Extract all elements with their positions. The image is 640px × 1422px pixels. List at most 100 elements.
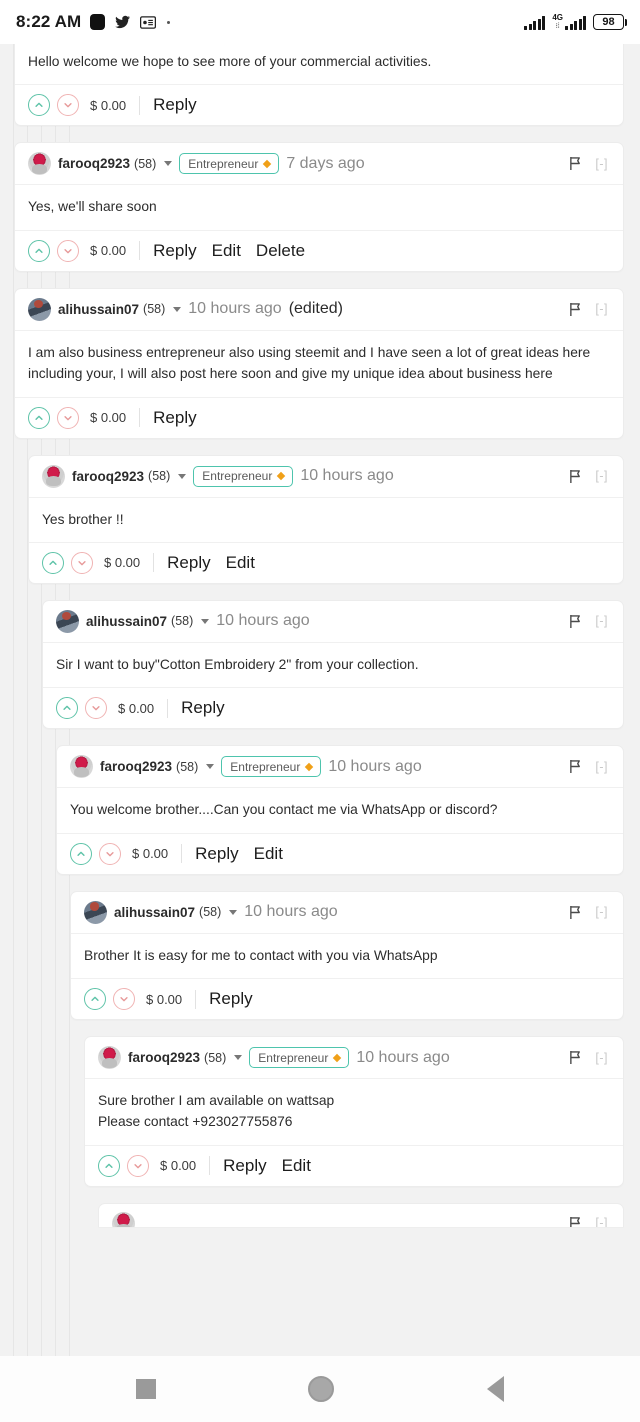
flag-icon[interactable] (569, 302, 582, 317)
upvote-icon[interactable] (28, 94, 50, 117)
upvote-icon[interactable] (56, 697, 78, 720)
author-reputation: (58) (134, 156, 157, 171)
downvote-icon[interactable] (127, 1154, 149, 1177)
recents-button-icon[interactable] (136, 1379, 157, 1399)
reply-button[interactable]: Reply (209, 989, 252, 1009)
flag-icon[interactable] (569, 1216, 582, 1227)
payout-amount[interactable]: $ 0.00 (104, 555, 140, 570)
comment-body: Brother It is easy for me to contact wit… (71, 934, 623, 979)
role-badge: Entrepreneur (193, 465, 294, 487)
comment-item: Hello welcome we hope to see more of you… (14, 44, 624, 127)
comment-card: Hello welcome we hope to see more of you… (14, 44, 624, 127)
avatar[interactable] (28, 152, 51, 176)
payout-amount[interactable]: $ 0.00 (90, 243, 126, 258)
flag-icon[interactable] (569, 614, 582, 629)
chevron-down-icon[interactable] (201, 618, 210, 624)
collapse-toggle[interactable]: [-] (595, 760, 608, 774)
role-badge: Entrepreneur (179, 153, 280, 175)
reply-button[interactable]: Reply (181, 698, 224, 718)
downvote-icon[interactable] (57, 94, 79, 117)
edit-button[interactable]: Edit (226, 553, 255, 573)
downvote-icon[interactable] (57, 239, 79, 262)
avatar[interactable] (70, 755, 93, 779)
author-name[interactable]: farooq2923 (100, 759, 172, 774)
comment-header: alihussain07 (58) 10 hours ago [-] (71, 892, 623, 934)
upvote-icon[interactable] (28, 239, 50, 262)
comment-body: Yes, we'll share soon (15, 185, 623, 231)
reply-button[interactable]: Reply (195, 844, 238, 864)
author-name[interactable]: farooq2923 (58, 156, 130, 171)
reply-button[interactable]: Reply (223, 1156, 266, 1176)
payout-amount[interactable]: $ 0.00 (132, 846, 168, 861)
upvote-icon[interactable] (84, 988, 106, 1010)
reply-button[interactable]: Reply (153, 241, 196, 261)
flag-icon[interactable] (569, 469, 582, 484)
payout-amount[interactable]: $ 0.00 (90, 410, 126, 425)
android-nav-bar[interactable] (0, 1356, 640, 1422)
upvote-icon[interactable] (70, 842, 92, 865)
comment-header-actions: [-] (569, 156, 610, 171)
upvote-icon[interactable] (28, 406, 50, 429)
comment-card: alihussain07 (58) 10 hours ago [-] Broth… (70, 890, 624, 1020)
status-bar-left: 8:22 AM (16, 12, 171, 32)
edit-button[interactable]: Edit (212, 241, 241, 261)
avatar[interactable] (56, 609, 79, 633)
home-button-icon[interactable] (308, 1376, 335, 1402)
author-reputation: (58) (171, 614, 194, 629)
collapse-toggle[interactable]: [-] (595, 157, 608, 171)
comment-feed[interactable]: Hello welcome we hope to see more of you… (0, 44, 640, 1356)
author-name[interactable]: alihussain07 (58, 302, 139, 317)
comment-header-actions: [-] (569, 469, 610, 484)
chevron-down-icon[interactable] (234, 1055, 243, 1060)
comment-footer: $ 0.00 Reply (43, 688, 623, 728)
chevron-down-icon[interactable] (173, 306, 182, 312)
author-name[interactable]: alihussain07 (114, 905, 195, 920)
collapse-toggle[interactable]: [-] (595, 302, 608, 316)
downvote-icon[interactable] (85, 697, 107, 720)
flag-icon[interactable] (569, 156, 582, 171)
author-name[interactable]: farooq2923 (72, 469, 144, 484)
flag-icon[interactable] (569, 905, 582, 920)
downvote-icon[interactable] (57, 406, 79, 429)
reply-button[interactable]: Reply (153, 408, 196, 428)
payout-amount[interactable]: $ 0.00 (146, 992, 182, 1007)
collapse-toggle[interactable]: [-] (595, 614, 608, 628)
chevron-down-icon[interactable] (206, 764, 215, 770)
chevron-down-icon[interactable] (164, 161, 173, 167)
edit-button[interactable]: Edit (282, 1156, 311, 1176)
collapse-toggle[interactable]: [-] (595, 1051, 608, 1065)
chevron-down-icon[interactable] (178, 473, 187, 479)
flag-icon[interactable] (569, 759, 582, 774)
comment-header-actions: [-] (569, 614, 610, 629)
avatar[interactable] (28, 297, 51, 321)
downvote-icon[interactable] (113, 988, 135, 1010)
delete-button[interactable]: Delete (256, 241, 305, 261)
upvote-icon[interactable] (42, 551, 64, 574)
comment-card: alihussain07 (58) 10 hours ago [-] Sir I… (42, 599, 624, 730)
reply-button[interactable]: Reply (167, 553, 210, 573)
downvote-icon[interactable] (71, 551, 93, 574)
collapse-toggle[interactable]: [-] (595, 1216, 608, 1227)
flag-icon[interactable] (569, 1050, 582, 1065)
author-name[interactable]: alihussain07 (86, 614, 167, 629)
payout-amount[interactable]: $ 0.00 (90, 98, 126, 113)
comment-card-partial: [-] (98, 1202, 624, 1227)
avatar[interactable] (98, 1046, 121, 1069)
back-button-icon[interactable] (486, 1376, 504, 1402)
author-reputation: (58) (204, 1050, 227, 1065)
reply-button[interactable]: Reply (153, 95, 196, 115)
payout-amount[interactable]: $ 0.00 (160, 1158, 196, 1173)
avatar[interactable] (112, 1211, 135, 1227)
payout-amount[interactable]: $ 0.00 (118, 701, 154, 716)
comment-footer: $ 0.00 Reply (71, 979, 623, 1019)
edit-button[interactable]: Edit (254, 844, 283, 864)
upvote-icon[interactable] (98, 1154, 120, 1177)
collapse-toggle[interactable]: [-] (595, 905, 608, 919)
avatar[interactable] (42, 464, 65, 488)
collapse-toggle[interactable]: [-] (595, 469, 608, 483)
avatar[interactable] (84, 900, 107, 924)
downvote-icon[interactable] (99, 842, 121, 865)
comment-body: You welcome brother....Can you contact m… (57, 788, 623, 834)
author-name[interactable]: farooq2923 (128, 1050, 200, 1065)
chevron-down-icon[interactable] (229, 909, 238, 915)
